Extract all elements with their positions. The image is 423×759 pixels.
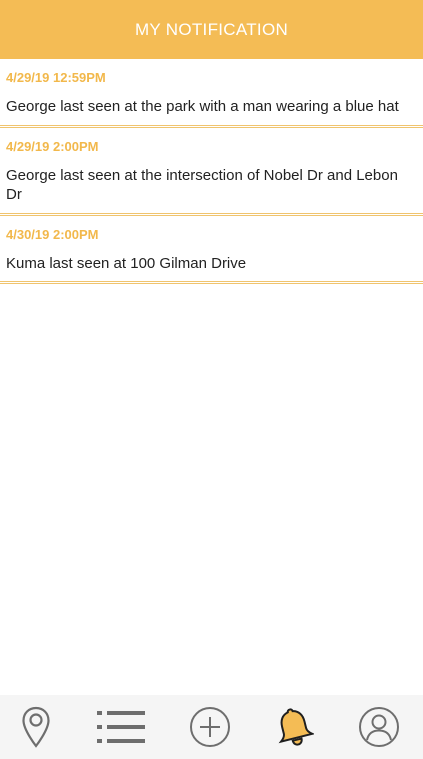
notification-message: George last seen at the intersection of … [6,167,398,203]
notification-timestamp: 4/29/19 12:59PM [6,70,106,85]
bell-icon [278,708,314,746]
notification-message: George last seen at the park with a man … [6,98,399,115]
tab-profile[interactable] [355,705,403,749]
tab-notifications[interactable] [270,705,318,749]
add-icon [190,707,230,747]
page-title: MY NOTIFICATION [134,19,289,39]
tab-add[interactable] [186,705,234,749]
notification-timestamp: 4/29/19 2:00PM [6,139,99,154]
app-header: MY NOTIFICATION [0,0,423,59]
notification-timestamp: 4/30/19 2:00PM [6,227,99,242]
notification-list: 4/29/19 12:59PM George last seen at the … [0,59,423,284]
notification-item[interactable]: 4/29/19 12:59PM George last seen at the … [0,59,423,128]
bottom-tab-bar [0,695,423,759]
notification-item[interactable]: 4/30/19 2:00PM Kuma last seen at 100 Gil… [0,216,423,284]
notification-message: Kuma last seen at 100 Gilman Drive [6,255,247,272]
tab-map[interactable] [12,705,60,749]
notification-item[interactable]: 4/29/19 2:00PM George last seen at the i… [0,128,423,216]
map-pin-icon [22,706,50,748]
list-icon [97,711,145,743]
profile-icon [359,707,399,747]
tab-list[interactable] [95,705,147,749]
